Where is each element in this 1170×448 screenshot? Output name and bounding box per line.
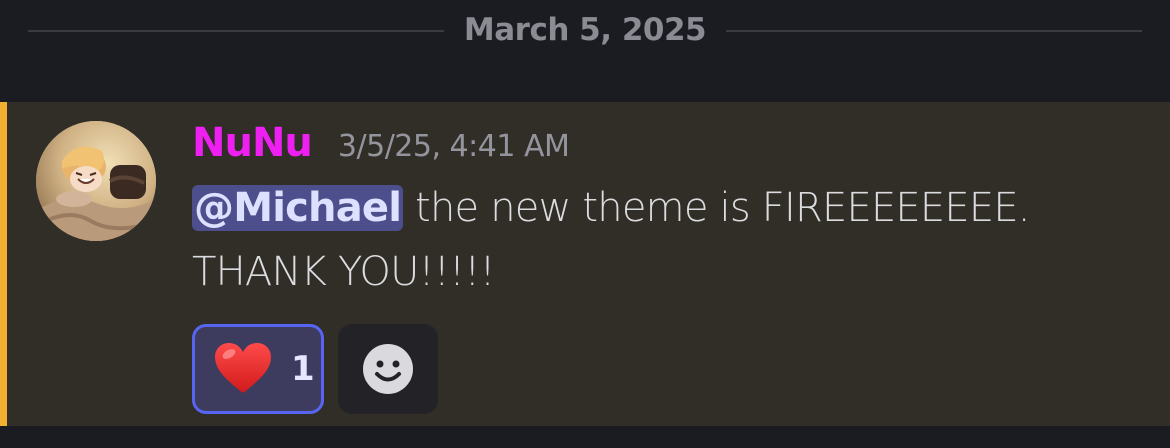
divider-line-right — [726, 30, 1142, 32]
divider-date: March 5, 2025 — [463, 12, 707, 48]
message-timestamp[interactable]: 3/5/25, 4:41 AM — [338, 129, 570, 164]
message-text-line2: THANK YOU!!!!! — [192, 249, 496, 295]
reaction-bar: 1 — [192, 324, 438, 414]
message-header: NuNu 3/5/25, 4:41 AM — [192, 120, 570, 172]
reaction-heart[interactable]: 1 — [192, 324, 324, 414]
mention-highlight-bar — [0, 102, 7, 426]
author-name[interactable]: NuNu — [192, 120, 313, 166]
smile-icon — [363, 344, 413, 394]
avatar[interactable] — [36, 121, 156, 241]
message-content: @Michael the new theme is FIREEEEEEEE. T… — [192, 176, 1132, 304]
reaction-count: 1 — [291, 349, 315, 389]
add-reaction-button[interactable] — [338, 324, 438, 414]
heart-emoji-icon — [215, 343, 271, 393]
date-divider: March 5, 2025 — [0, 0, 1170, 64]
chat-view: March 5, 2025 NuNu 3/5/25, 4:41 AM @Mich… — [0, 0, 1170, 448]
message-item[interactable]: NuNu 3/5/25, 4:41 AM @Michael the new th… — [0, 102, 1170, 426]
user-mention[interactable]: @Michael — [192, 185, 404, 231]
divider-line-left — [28, 30, 444, 32]
next-message-partial — [190, 436, 1090, 448]
avatar-image — [36, 121, 156, 241]
message-text-line1: the new theme is FIREEEEEEEE. — [403, 185, 1030, 231]
